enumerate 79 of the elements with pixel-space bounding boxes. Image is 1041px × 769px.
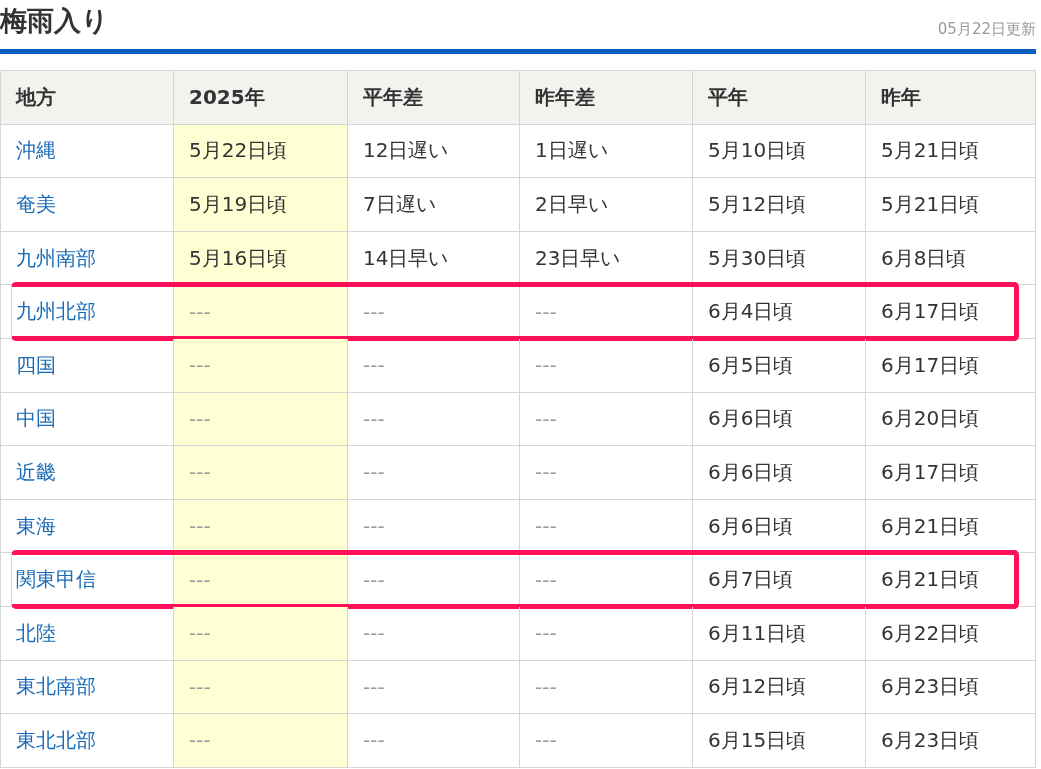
column-header: 地方 — [14, 83, 57, 111]
region-link[interactable]: 九州北部 — [16, 298, 96, 326]
table-cell: 23日早い — [519, 231, 692, 285]
table-cell: 6月21日頃 — [865, 553, 1035, 606]
table-cell: --- — [519, 446, 692, 499]
table-cell: --- — [173, 553, 347, 606]
table-cell: --- — [347, 285, 519, 338]
table-cell: 6月17日頃 — [865, 446, 1035, 499]
table-cell: --- — [519, 714, 692, 767]
table-cell: --- — [347, 499, 519, 553]
table-cell: 5月30日頃 — [692, 231, 865, 285]
column-header: 平年差 — [347, 71, 519, 124]
region-link[interactable]: 沖縄 — [16, 137, 56, 165]
table-cell: --- — [519, 660, 692, 714]
table-cell: --- — [347, 660, 519, 714]
table-cell: --- — [173, 285, 347, 338]
table-cell: --- — [519, 499, 692, 553]
table-cell: --- — [347, 392, 519, 446]
table-cell: --- — [173, 660, 347, 714]
table-cell: 2日早い — [519, 178, 692, 231]
table-cell: --- — [173, 714, 347, 767]
region-link[interactable]: 四国 — [16, 351, 56, 379]
table-cell: --- — [519, 553, 692, 606]
region-link[interactable]: 中国 — [16, 405, 56, 433]
table-cell: --- — [347, 553, 519, 606]
table-cell: 5月10日頃 — [692, 124, 865, 178]
column-header: 平年 — [692, 71, 865, 124]
table-cell: 6月6日頃 — [692, 499, 865, 553]
table-cell: 6月11日頃 — [692, 606, 865, 660]
table-cell: --- — [347, 714, 519, 767]
section-title: 梅雨入り — [0, 4, 109, 38]
table-cell: --- — [519, 338, 692, 392]
table-cell: 6月23日頃 — [865, 714, 1035, 767]
table-cell: 1日遅い — [519, 124, 692, 178]
region-link[interactable]: 近畿 — [16, 458, 56, 486]
table-cell: --- — [173, 499, 347, 553]
region-link[interactable]: 東北北部 — [16, 726, 96, 754]
table-cell: 6月4日頃 — [692, 285, 865, 338]
table-cell: 6月6日頃 — [692, 446, 865, 499]
column-header: 昨年 — [865, 71, 1035, 124]
table-cell: --- — [173, 392, 347, 446]
table-cell: 6月8日頃 — [865, 231, 1035, 285]
table-cell: 7日遅い — [347, 178, 519, 231]
table-cell: 14日早い — [347, 231, 519, 285]
table-cell: --- — [347, 606, 519, 660]
table-cell: 6月21日頃 — [865, 499, 1035, 553]
table-cell: 5月21日頃 — [865, 124, 1035, 178]
table-cell: 5月21日頃 — [865, 178, 1035, 231]
table-cell: 12日遅い — [347, 124, 519, 178]
table-cell: --- — [519, 606, 692, 660]
table-cell: --- — [173, 338, 347, 392]
table-cell: 6月22日頃 — [865, 606, 1035, 660]
table-cell: 6月17日頃 — [865, 285, 1035, 338]
table-cell: 6月6日頃 — [692, 392, 865, 446]
column-header: 昨年差 — [519, 71, 692, 124]
region-link[interactable]: 関東甲信 — [16, 566, 96, 594]
table-cell: --- — [519, 285, 692, 338]
region-link[interactable]: 北陸 — [16, 619, 56, 647]
table-cell: 5月16日頃 — [173, 231, 347, 285]
region-link[interactable]: 東海 — [16, 512, 56, 540]
table-cell: --- — [173, 446, 347, 499]
table-cell: 5月22日頃 — [173, 124, 347, 178]
region-link[interactable]: 九州南部 — [16, 244, 96, 272]
table-cell: --- — [347, 338, 519, 392]
table-cell: --- — [347, 446, 519, 499]
region-link[interactable]: 奄美 — [16, 191, 56, 218]
table-cell: 6月7日頃 — [692, 553, 865, 606]
table-cell: 6月5日頃 — [692, 338, 865, 392]
update-date: 05月22日更新 — [937, 20, 1036, 40]
table-cell: 6月17日頃 — [865, 338, 1035, 392]
table-cell: --- — [173, 606, 347, 660]
table-cell: 6月15日頃 — [692, 714, 865, 767]
table-cell: 5月19日頃 — [173, 178, 347, 231]
table-cell: 6月12日頃 — [692, 660, 865, 714]
table-cell: 6月23日頃 — [865, 660, 1035, 714]
region-link[interactable]: 東北南部 — [16, 673, 96, 701]
table-cell: 5月12日頃 — [692, 178, 865, 231]
table-cell: 6月20日頃 — [865, 392, 1035, 446]
table-cell: --- — [519, 392, 692, 446]
